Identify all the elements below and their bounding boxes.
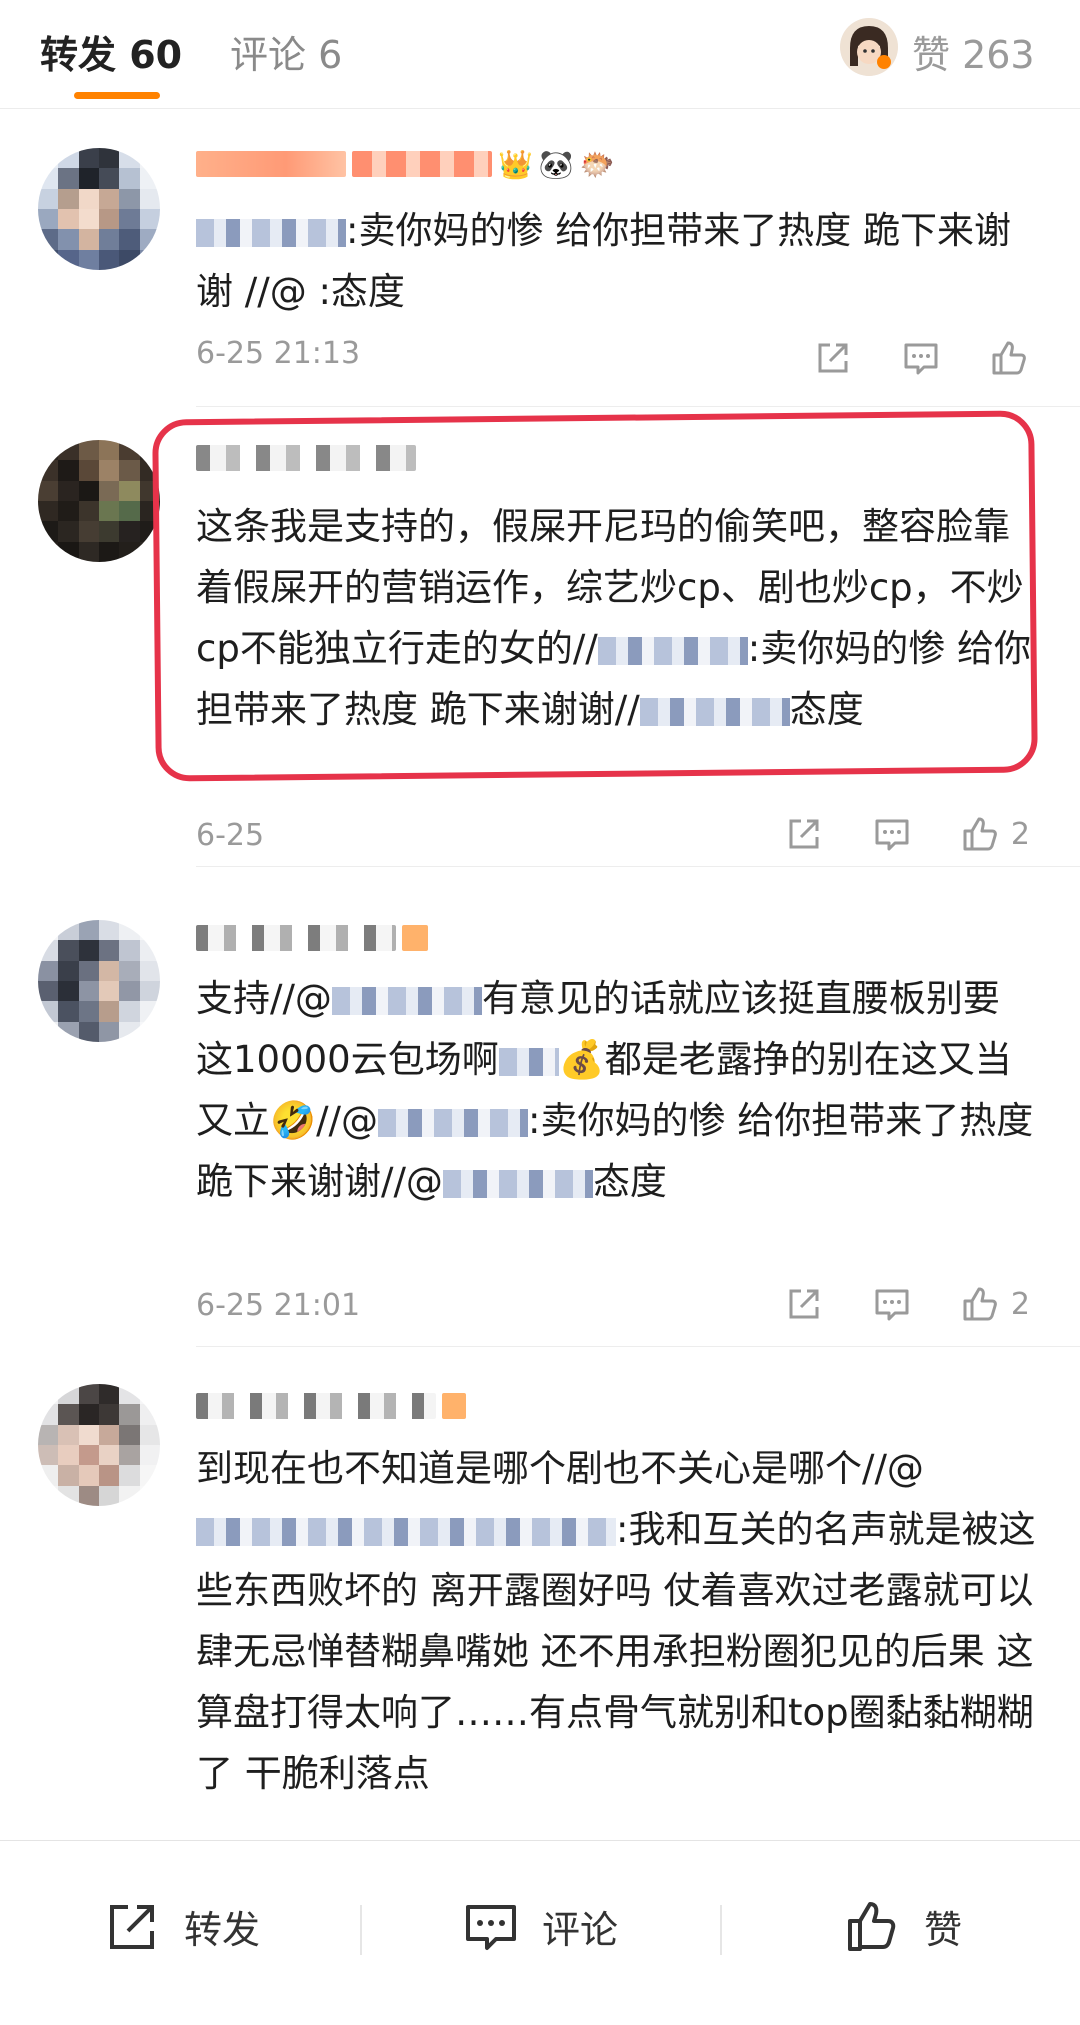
like-button[interactable]: 2 [959,813,1030,855]
mention-blurred[interactable] [196,218,346,247]
mention-blurred[interactable] [331,986,482,1015]
share-icon [789,819,819,849]
avatar[interactable] [38,1384,160,1506]
comment-button[interactable] [871,1283,913,1325]
avatar[interactable] [38,440,160,562]
username-blurred[interactable]: 👑 🐼 🐡 [196,146,615,182]
like-count: 2 [1010,1286,1030,1322]
comment-text: :卖你妈的惨 给你担带来了热度 跪下来谢谢 //@ :态度 [196,200,1036,322]
comment-item: 👑 🐼 🐡 :卖你妈的惨 给你担带来了热度 跪下来谢谢 //@ :态度 6-25… [0,108,1080,408]
comment-item: 这条我是支持的，假屎开尼玛的偷笑吧，整容脸靠着假屎开的营销运作，综艺炒cp、剧也… [0,408,1080,868]
divider [720,1905,722,1955]
avatar[interactable] [38,920,160,1042]
comment-button[interactable] [871,813,913,855]
comment-item: 支持//@ 有意见的话就应该挺直腰板别要这10000云包场啊 💰都是老露挣的别在这又… [0,868,1080,1348]
comment-button[interactable] [900,337,942,379]
comment-body: 到现在也不知道是哪个剧也不关心是哪个//@ [196,1447,924,1490]
bottom-repost-label: 转发 [184,1907,261,1952]
bottom-action-bar: 转发 评论 赞 [0,1840,1080,2025]
username-blurred[interactable] [196,920,428,956]
divider [196,406,1080,407]
comment-body-quoted: :我和互关的名声就是被这些东西败坏的 离开露圈好吗 仗着喜欢过老露就可以肆无忌惮… [196,1508,1036,1795]
crown-badge-icon: 👑 [498,147,533,181]
comment-bubble-icon [875,1289,909,1321]
comment-time: 6-25 [196,818,265,853]
comment-bubble-icon [904,343,938,375]
thumbs-up-icon [848,1902,896,1951]
bottom-repost-button[interactable]: 转发 [104,1897,260,1955]
tab-repost[interactable]: 转发 60 [40,24,182,79]
divider [196,1346,1080,1347]
bottom-comment-label: 评论 [542,1907,619,1952]
mention-blurred[interactable] [196,1517,616,1546]
mention-blurred[interactable] [378,1108,529,1137]
comment-body: 支持//@ [196,977,332,1020]
comment-actions: 2 [783,1282,1030,1326]
like-count: 2 [1010,816,1030,852]
divider [360,1905,362,1955]
thumbs-up-icon [963,1287,997,1321]
share-icon [789,1289,819,1319]
like-button[interactable] [988,337,1030,379]
active-tab-indicator [74,92,160,99]
comment-text: 支持//@ 有意见的话就应该挺直腰板别要这10000云包场啊 💰都是老露挣的别在这又… [196,968,1036,1212]
share-icon [110,1905,154,1949]
repost-button[interactable] [812,337,854,379]
divider [196,866,1080,867]
bottom-like-label: 赞 [924,1907,963,1952]
tab-likes[interactable]: 赞 263 [912,24,1035,79]
comment-text: 到现在也不知道是哪个剧也不关心是哪个//@ :我和互关的名声就是被这些东西败坏的 … [196,1438,1036,1804]
username-blurred[interactable] [196,1388,466,1424]
bottom-like-button[interactable]: 赞 [844,1897,962,1955]
mention-blurred[interactable] [639,697,790,726]
mention-blurred[interactable] [597,636,748,665]
pufferfish-emoji-icon: 🐡 [579,147,615,181]
repost-button[interactable] [783,1283,825,1325]
liker-avatar [840,18,898,76]
bottom-comment-button[interactable]: 评论 [462,1897,618,1955]
comment-actions: 2 [783,812,1030,856]
mention-blurred[interactable] [442,1169,593,1198]
tab-comment[interactable]: 评论 6 [230,24,342,79]
username-blurred[interactable] [196,440,416,476]
comment-text: 这条我是支持的，假屎开尼玛的偷笑吧，整容脸靠着假屎开的营销运作，综艺炒cp、剧也… [196,496,1036,740]
comment-body-end: 态度 [592,1160,667,1203]
like-button[interactable]: 2 [959,1283,1030,1325]
comment-time: 6-25 21:13 [196,336,361,371]
comment-actions [812,336,1030,380]
comment-bubble-icon [466,1905,516,1950]
comment-body-quoted-tail: 态度 [789,688,864,731]
thumbs-up-icon [963,817,997,851]
panda-emoji-icon: 🐼 [538,147,574,181]
avatar[interactable] [38,148,160,270]
comment-bubble-icon [875,819,909,851]
comment-time: 6-25 21:01 [196,1288,361,1323]
repost-button[interactable] [783,813,825,855]
comment-item: 到现在也不知道是哪个剧也不关心是哪个//@ :我和互关的名声就是被这些东西败坏的 … [0,1348,1080,1840]
share-icon [818,343,848,373]
girl-avatar-icon [840,18,898,76]
thumbs-up-icon [992,341,1026,375]
blurred-fragment [498,1047,559,1076]
top-tab-bar: 转发 60 评论 6 赞 263 [0,0,1080,109]
